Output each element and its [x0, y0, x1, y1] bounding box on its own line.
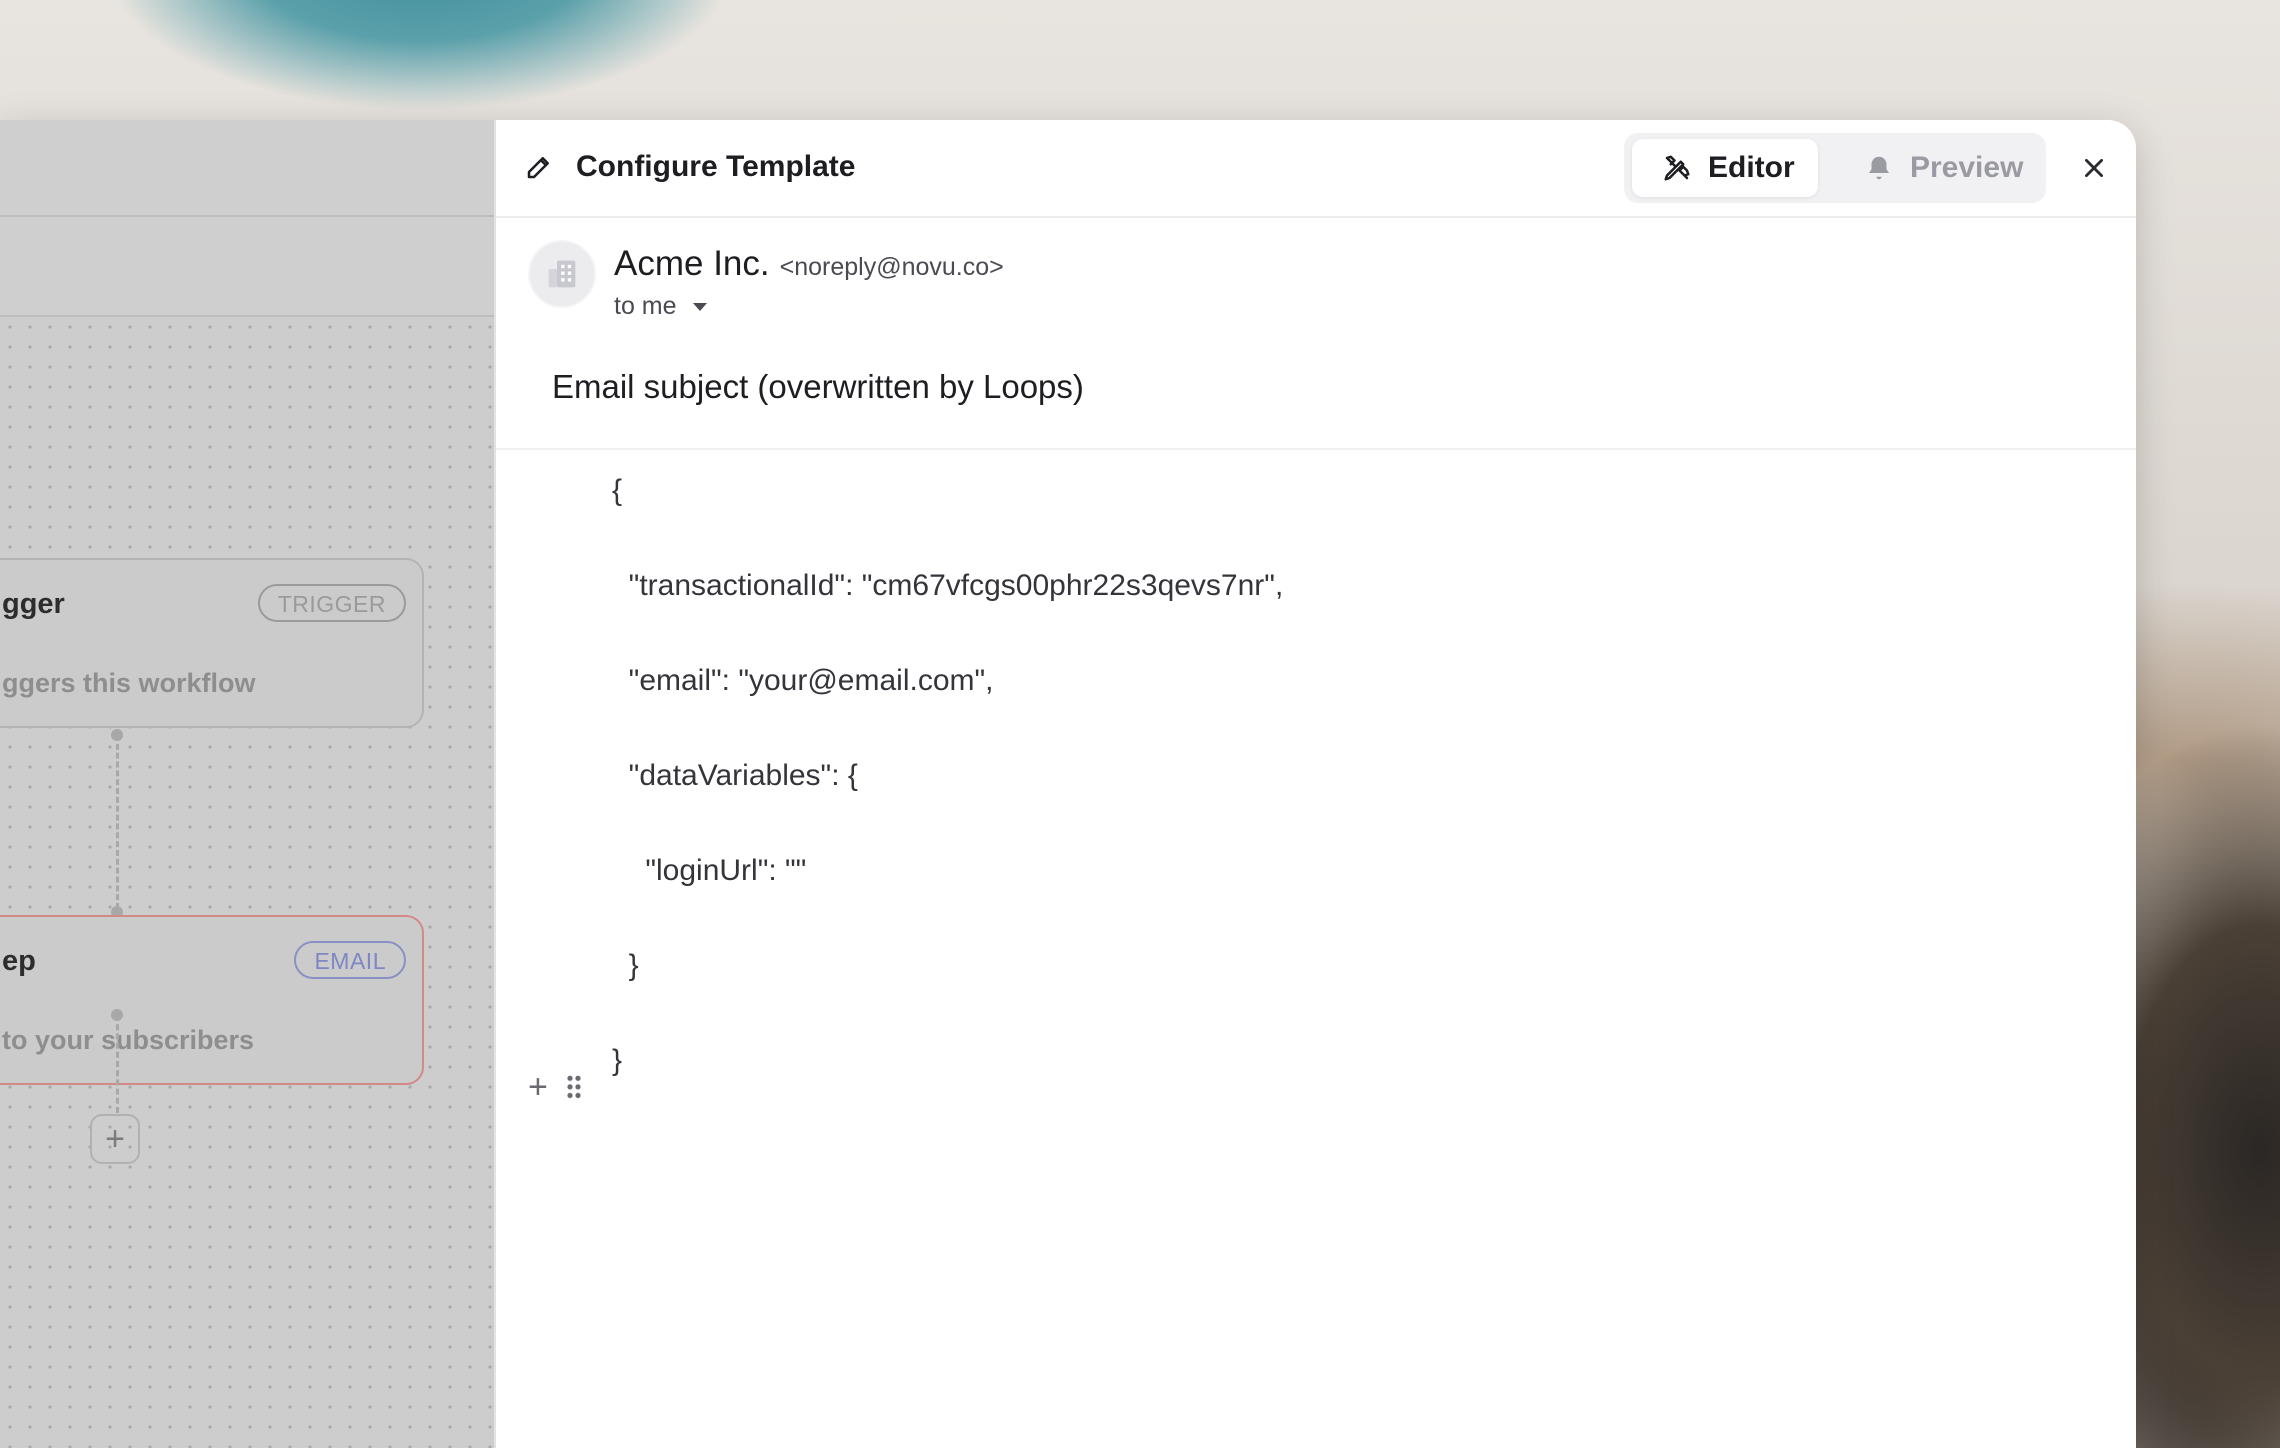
email-body-editor[interactable]: { "transactionalId": "cm67vfcgs00phr22s3…: [496, 450, 2136, 1448]
configure-template-drawer: Configure Template Editor Preview Acme I…: [494, 120, 2136, 1448]
code-line[interactable]: }: [612, 1044, 622, 1078]
workflow-header: [0, 120, 494, 217]
code-line[interactable]: "transactionalId": "cm67vfcgs00phr22s3qe…: [612, 569, 1284, 603]
sender-name: Acme Inc.: [614, 244, 770, 283]
sender-avatar: [528, 240, 596, 308]
tab-preview[interactable]: Preview: [1846, 139, 2036, 197]
workflow-pane: gger TRIGGER ggers this workflow ep EMAI…: [0, 120, 494, 1448]
building-icon: [548, 260, 576, 288]
edit-ruler-icon: [1664, 155, 1690, 181]
sender-line: Acme Inc. <noreply@novu.co>: [614, 244, 1004, 284]
email-subject-input[interactable]: Email subject (overwritten by Loops): [552, 368, 1084, 406]
trigger-badge: TRIGGER: [257, 584, 406, 622]
caret-down-icon: [692, 302, 707, 311]
add-step-button[interactable]: +: [90, 1114, 140, 1164]
block-controls: +: [528, 1070, 582, 1104]
connector-line: [116, 1015, 119, 1113]
app-window: gger TRIGGER ggers this workflow ep EMAI…: [0, 120, 2136, 1448]
workflow-toolbar: [0, 217, 494, 317]
drawer-header: Configure Template Editor Preview: [496, 120, 2136, 218]
bell-icon: [1869, 156, 1889, 180]
subject-row: Email subject (overwritten by Loops): [496, 352, 2136, 450]
add-block-icon[interactable]: +: [528, 1070, 548, 1104]
recipient-dropdown[interactable]: to me: [614, 292, 707, 321]
connector-line: [116, 735, 119, 909]
close-button[interactable]: [2076, 150, 2112, 186]
email-node[interactable]: ep EMAIL to your subscribers: [0, 915, 424, 1085]
code-line[interactable]: "email": "your@email.com",: [612, 664, 994, 698]
trigger-node[interactable]: gger TRIGGER ggers this workflow: [0, 558, 424, 728]
trigger-node-title: gger: [2, 588, 65, 620]
email-badge: EMAIL: [294, 941, 406, 979]
tab-preview-label: Preview: [1910, 151, 2024, 184]
workflow-canvas: gger TRIGGER ggers this workflow ep EMAI…: [0, 317, 494, 1448]
recipient-label: to me: [614, 292, 677, 320]
code-line[interactable]: "dataVariables": {: [612, 759, 858, 793]
sender-email: <noreply@novu.co>: [779, 253, 1004, 281]
drag-handle-icon[interactable]: [565, 1074, 582, 1100]
tab-editor[interactable]: Editor: [1632, 139, 1818, 197]
code-line[interactable]: }: [612, 949, 639, 983]
email-node-title: ep: [2, 945, 36, 977]
close-icon: [2085, 159, 2103, 177]
trigger-node-description: ggers this workflow: [2, 668, 256, 698]
drawer-title: Configure Template: [576, 150, 856, 183]
email-node-description: to your subscribers: [2, 1025, 255, 1055]
code-line[interactable]: "loginUrl": "": [612, 854, 806, 888]
code-line[interactable]: {: [612, 474, 622, 508]
tab-editor-label: Editor: [1708, 151, 1795, 184]
view-mode-tabs: Editor Preview: [1624, 133, 2046, 203]
pencil-icon: [527, 157, 549, 179]
